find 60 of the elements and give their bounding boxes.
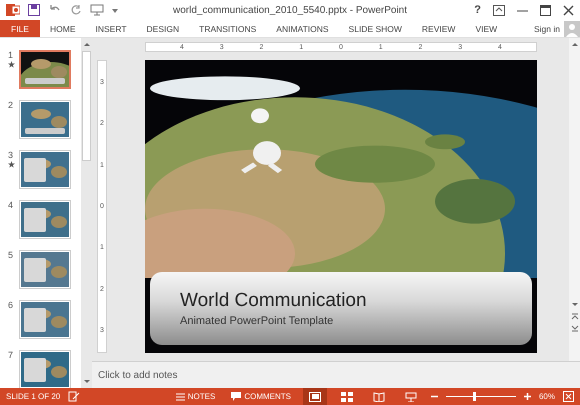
sign-in-link[interactable]: Sign in (530, 24, 564, 34)
scroll-down-icon[interactable] (82, 377, 92, 386)
book-icon (372, 392, 385, 402)
grid-icon (340, 392, 353, 402)
dropdown-icon[interactable] (112, 6, 118, 14)
slide-thumbnail[interactable] (19, 200, 71, 239)
ribbon-tab[interactable]: ANIMATIONS (266, 20, 339, 37)
zoom-slider-thumb[interactable] (472, 392, 476, 401)
maximize-icon[interactable] (540, 4, 551, 16)
presentation-icon[interactable] (90, 4, 104, 16)
powerpoint-logo-icon[interactable] (6, 3, 20, 17)
scroll-down-icon[interactable] (570, 300, 580, 309)
scroll-up-icon[interactable] (570, 40, 580, 49)
slide-number: 3 (8, 150, 14, 160)
ribbon-display-icon[interactable] (493, 4, 505, 16)
file-tab[interactable]: FILE (0, 20, 40, 37)
previous-slide-icon[interactable] (570, 312, 580, 321)
notes-field[interactable]: Click to add notes (92, 370, 304, 380)
scrollbar-thumb[interactable] (82, 51, 91, 161)
slide-number: 4 (8, 200, 14, 210)
fit-to-window-icon[interactable] (563, 391, 574, 402)
presentation-icon (404, 392, 417, 402)
slide-thumbnail[interactable] (19, 350, 71, 388)
slide-number: 5 (8, 250, 14, 260)
scroll-up-icon[interactable] (82, 40, 92, 49)
notes-edit-icon[interactable] (68, 391, 80, 402)
slide-subtitle: Animated PowerPoint Template (180, 315, 334, 327)
notes-icon (176, 392, 185, 401)
slide-title: World Communication (180, 290, 367, 312)
slide-number: 6 (8, 300, 14, 310)
slide-thumbnail[interactable] (19, 50, 71, 89)
normal-view-icon (308, 392, 321, 402)
slide-count: SLIDE 1 OF 20 (6, 392, 60, 401)
ribbon-tab[interactable]: SLIDE SHOW (338, 20, 412, 37)
zoom-out-icon[interactable] (430, 393, 438, 400)
next-slide-icon[interactable] (570, 324, 580, 333)
window-title: world_communication_2010_5540.pptx - PowerPoint (172, 4, 408, 16)
save-icon[interactable] (28, 4, 40, 16)
comments-button[interactable]: COMMENTS (227, 392, 295, 401)
zoom-in-icon[interactable] (524, 393, 531, 400)
normal-view-button[interactable] (302, 388, 327, 405)
zoom-level: 60% (538, 392, 555, 401)
comment-icon (231, 392, 242, 401)
help-button[interactable]: ? (474, 4, 481, 16)
ribbon-tab[interactable]: VIEW (465, 20, 508, 37)
slide-number: 2 (8, 100, 14, 110)
slide-number: 7 (8, 350, 14, 360)
slide-thumbnail[interactable] (19, 300, 71, 339)
slide-thumbnail[interactable] (19, 250, 71, 289)
redo-icon[interactable] (70, 4, 82, 16)
ribbon-tab[interactable]: REVIEW (412, 20, 466, 37)
slide-thumbnail[interactable] (19, 150, 71, 189)
ribbon-tab[interactable]: HOME (40, 20, 86, 37)
ribbon-tab[interactable]: TRANSITIONS (189, 20, 266, 37)
ribbon-tab[interactable]: INSERT (86, 20, 137, 37)
slide-number: 1 (8, 50, 14, 60)
notes-button[interactable]: NOTES (172, 392, 220, 401)
close-icon[interactable] (563, 4, 574, 16)
ribbon-tab[interactable]: DESIGN (136, 20, 190, 37)
slide-thumbnail[interactable] (19, 100, 71, 139)
